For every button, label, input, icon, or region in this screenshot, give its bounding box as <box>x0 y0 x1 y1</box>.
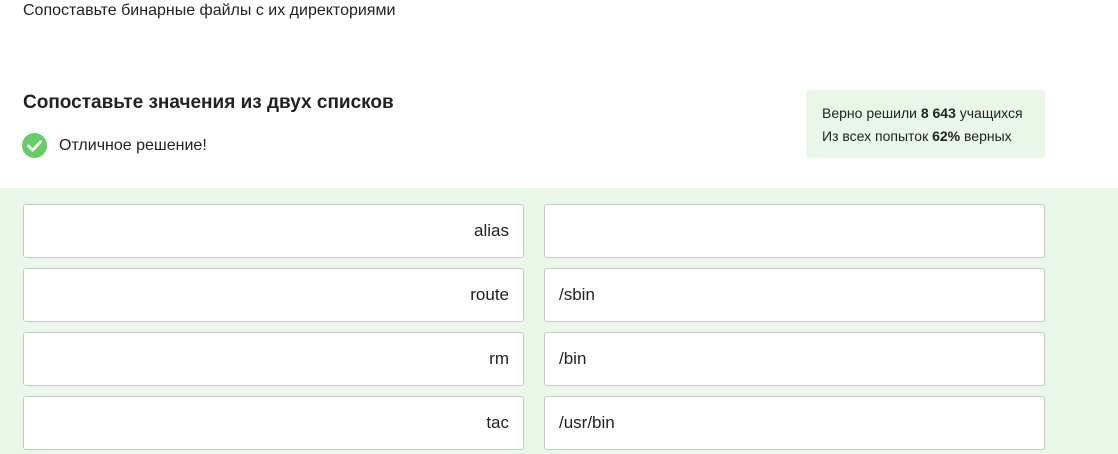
matching-right-item[interactable]: /sbin <box>544 268 1045 322</box>
result-text: Отличное решение! <box>59 136 207 154</box>
matching-right-item[interactable]: /usr/bin <box>544 396 1045 450</box>
matching-right-item[interactable]: /bin <box>544 332 1045 386</box>
matching-left-item: alias <box>23 204 524 258</box>
stats-solved-line: Верно решили 8 643 учащихся <box>822 102 1045 125</box>
stats-attempts-line: Из всех попыток 62% верных <box>822 125 1045 148</box>
matching-row: rm /bin <box>23 332 1045 386</box>
check-circle-icon <box>22 133 47 158</box>
matching-left-item: tac <box>23 396 524 450</box>
stats-solved-count: 8 643 <box>920 105 956 121</box>
matching-right-item[interactable] <box>544 204 1045 258</box>
stats-attempts-percent: 62% <box>932 128 961 144</box>
matching-row: alias <box>23 204 1045 258</box>
matching-row: route /sbin <box>23 268 1045 322</box>
matching-left-item: route <box>23 268 524 322</box>
stats-panel: Верно решили 8 643 учащихся Из всех попы… <box>806 90 1045 158</box>
stats-attempts-suffix: верных <box>960 128 1012 144</box>
stats-attempts-prefix: Из всех попыток <box>822 128 933 144</box>
task-text: Сопоставьте бинарные файлы с их директор… <box>23 2 396 19</box>
result-status: Отличное решение! <box>22 133 207 158</box>
quiz-title: Сопоставьте значения из двух списков <box>23 92 394 113</box>
matching-row: tac /usr/bin <box>23 396 1045 450</box>
stats-solved-prefix: Верно решили <box>822 105 921 121</box>
stats-solved-suffix: учащихся <box>955 105 1023 121</box>
matching-left-item: rm <box>23 332 524 386</box>
